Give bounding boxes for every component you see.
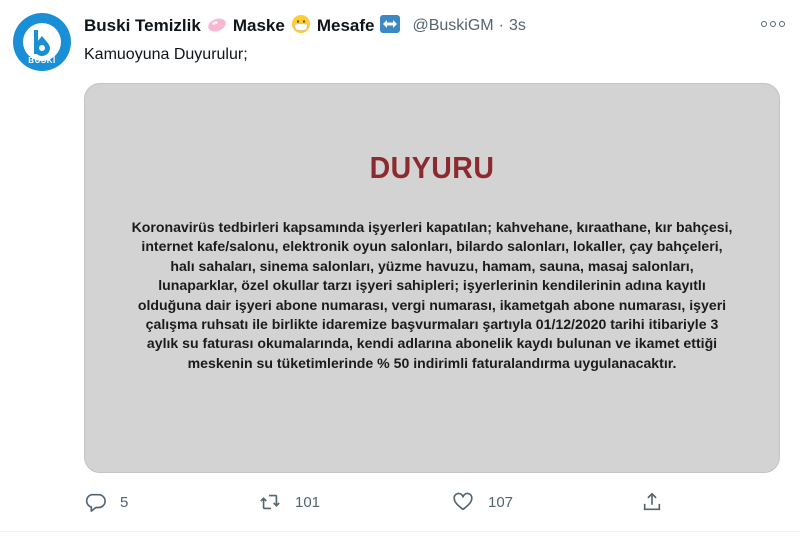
soap-emoji-icon	[207, 16, 227, 37]
tweet-timestamp[interactable]: 3s	[509, 17, 526, 35]
retweet-button[interactable]: 101	[259, 489, 320, 515]
tweet-actions: 5 101 107	[84, 489, 684, 515]
user-handle[interactable]: @BuskiGM	[412, 17, 493, 35]
display-name-word-1[interactable]: Buski Temizlik	[84, 15, 201, 34]
more-dot	[761, 21, 767, 27]
more-dot	[779, 21, 785, 27]
display-name-word-2[interactable]: Maske	[233, 15, 285, 34]
left-right-arrow-emoji-icon	[380, 14, 401, 38]
reply-icon	[85, 493, 106, 512]
more-dot	[770, 21, 776, 27]
divider	[0, 531, 800, 532]
avatar[interactable]: BUSKİ	[13, 13, 71, 71]
face-with-mask-emoji-icon	[291, 14, 311, 39]
tweet-text: Kamuoyuna Duyurulur;	[84, 46, 248, 63]
heart-icon	[453, 492, 473, 511]
tweet-image[interactable]: DUYURU Koronavirüs tedbirleri kapsamında…	[84, 83, 780, 473]
retweet-icon	[260, 494, 280, 510]
announcement-title: DUYURU	[369, 150, 495, 185]
share-button[interactable]	[641, 489, 663, 515]
share-icon	[643, 492, 661, 511]
announcement-body: Koronavirüs tedbirleri kapsamında işyerl…	[131, 219, 733, 371]
display-name-word-3[interactable]: Mesafe	[317, 15, 375, 34]
reply-button[interactable]: 5	[84, 489, 128, 515]
reply-count: 5	[120, 493, 129, 511]
like-button[interactable]: 107	[452, 489, 513, 515]
like-count: 107	[488, 493, 514, 511]
retweet-count: 101	[295, 493, 321, 511]
display-name[interactable]: Buski Temizlik Maske Mesafe	[84, 14, 406, 39]
avatar-logo-text: BUSKİ	[28, 56, 56, 65]
separator-dot: ·	[498, 17, 504, 34]
tweet-header: Buski Temizlik Maske Mesafe @BuskiGM · 3s	[84, 14, 526, 39]
more-options-icon[interactable]	[760, 17, 786, 31]
